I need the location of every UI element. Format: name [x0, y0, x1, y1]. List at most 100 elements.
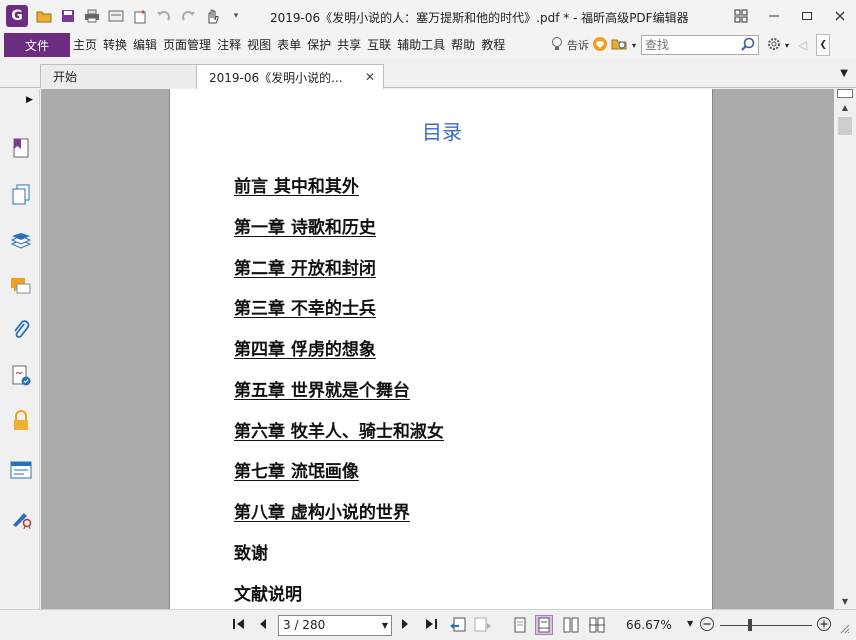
zoom-dropdown-icon[interactable]: ▼	[687, 619, 693, 628]
open-folder-icon[interactable]	[34, 6, 54, 26]
document-view[interactable]: 目录 前言 其中和其外 第一章 诗歌和历史 第二章 开放和封闭 第三章 不幸的士…	[41, 89, 834, 609]
zoom-slider-track[interactable]	[720, 625, 812, 626]
hand-tool-icon[interactable]	[202, 6, 222, 26]
search-folder-icon[interactable]	[611, 36, 629, 55]
settings-gear-icon[interactable]	[766, 36, 782, 55]
toc-entry[interactable]: 第八章 虚构小说的世界	[234, 498, 410, 523]
form-fields-icon[interactable]	[10, 459, 32, 481]
first-page-icon[interactable]	[232, 617, 246, 635]
toc-entry[interactable]: 前言 其中和其外	[234, 172, 359, 197]
tab-document[interactable]: 2019-06《发明小说的... ✕	[196, 64, 384, 89]
continuous-view-icon[interactable]	[535, 615, 553, 635]
resize-grip-icon[interactable]	[838, 622, 850, 638]
menu-right-tools: 告诉 ▾ ▾ ◁ ❮	[550, 32, 831, 58]
single-page-view-icon[interactable]	[511, 615, 529, 635]
menu-home[interactable]: 主页	[70, 33, 100, 57]
menu-share[interactable]: 共享	[334, 33, 364, 57]
toc-entry[interactable]: 第三章 不幸的士兵	[234, 294, 376, 319]
toc-entry[interactable]: 第四章 俘虏的想象	[234, 335, 376, 360]
toc-entry[interactable]: 第六章 牧羊人、骑士和淑女	[234, 417, 444, 442]
print-icon[interactable]	[82, 6, 102, 26]
restore-panel-icon[interactable]	[724, 0, 757, 32]
menu-comment[interactable]: 注释	[214, 33, 244, 57]
zoom-level[interactable]: 66.67%	[626, 618, 672, 632]
pdf-page[interactable]: 目录 前言 其中和其外 第一章 诗歌和历史 第二章 开放和封闭 第三章 不幸的士…	[169, 89, 713, 609]
page-number-value: 3 / 280	[283, 618, 326, 632]
undo-icon[interactable]	[154, 6, 174, 26]
customize-quick-access-icon[interactable]: ▾	[226, 6, 246, 26]
scroll-up-icon[interactable]: ▲	[837, 103, 853, 112]
signatures-icon[interactable]	[10, 365, 32, 387]
toc-entry[interactable]: 第七章 流氓画像	[234, 457, 359, 482]
toc-entry[interactable]: 第一章 诗歌和历史	[234, 213, 376, 238]
navigation-panel: ▶	[0, 89, 40, 609]
toc-title: 目录	[422, 120, 462, 144]
zoom-in-icon[interactable]	[816, 616, 832, 636]
ribbon-prev-icon[interactable]: ◁	[798, 38, 807, 52]
next-view-icon[interactable]	[474, 617, 492, 637]
maximize-icon[interactable]	[790, 0, 823, 32]
page-number-field[interactable]: 3 / 280 ▼	[278, 615, 392, 636]
menu-connect[interactable]: 互联	[364, 33, 394, 57]
document-tab-bar: 开始 2019-06《发明小说的... ✕ ▼	[0, 58, 856, 89]
layers-icon[interactable]	[10, 230, 32, 252]
bookmarks-icon[interactable]	[10, 137, 32, 159]
new-document-icon[interactable]	[130, 6, 150, 26]
scan-icon[interactable]	[106, 6, 126, 26]
tab-label: 2019-06《发明小说的...	[209, 70, 343, 85]
facing-view-icon[interactable]	[562, 615, 580, 635]
last-page-icon[interactable]	[424, 617, 438, 635]
settings-dropdown-icon[interactable]: ▾	[785, 41, 789, 50]
menu-protect[interactable]: 保护	[304, 33, 334, 57]
menu-convert[interactable]: 转换	[100, 33, 130, 57]
toc-entry[interactable]: 第二章 开放和封闭	[234, 254, 376, 279]
app-logo[interactable]: G	[6, 5, 28, 27]
search-icon[interactable]	[741, 37, 755, 54]
redo-icon[interactable]	[178, 6, 198, 26]
tab-list-dropdown-icon[interactable]: ▼	[840, 68, 848, 79]
search-options-dropdown-icon[interactable]: ▾	[632, 41, 636, 50]
zoom-slider-thumb[interactable]	[748, 619, 752, 631]
page-thumbnails-icon[interactable]	[10, 184, 32, 206]
vertical-scrollbar[interactable]: ▲ ▼	[834, 89, 856, 609]
toc-entry[interactable]: 致谢	[234, 539, 268, 564]
search-input[interactable]	[642, 36, 738, 54]
scroll-thumb[interactable]	[838, 117, 852, 135]
expand-panel-icon[interactable]: ▶	[26, 95, 33, 105]
zoom-out-icon[interactable]	[699, 616, 715, 636]
minimize-icon[interactable]	[757, 0, 790, 32]
scroll-down-icon[interactable]: ▼	[837, 597, 853, 606]
security-lock-icon[interactable]	[10, 410, 32, 432]
split-view-button[interactable]	[837, 89, 853, 98]
next-page-icon[interactable]	[400, 617, 410, 635]
menu-accessibility[interactable]: 辅助工具	[394, 33, 448, 57]
tab-start[interactable]: 开始	[40, 64, 198, 88]
tell-me-label[interactable]: 告诉	[567, 37, 589, 53]
tab-label: 开始	[53, 70, 78, 84]
continuous-facing-view-icon[interactable]	[588, 615, 606, 635]
previous-view-icon[interactable]	[449, 617, 467, 637]
heart-icon[interactable]	[592, 36, 608, 55]
ribbon-collapse-icon[interactable]: ❮	[816, 34, 831, 56]
quick-access-toolbar: ▾	[34, 6, 246, 26]
menu-form[interactable]: 表单	[274, 33, 304, 57]
attachments-icon[interactable]	[10, 319, 32, 341]
menu-help[interactable]: 帮助	[448, 33, 478, 57]
page-dropdown-icon[interactable]: ▼	[382, 616, 388, 635]
toc-entry[interactable]: 第五章 世界就是个舞台	[234, 376, 410, 401]
close-icon[interactable]	[823, 0, 856, 32]
close-tab-icon[interactable]: ✕	[365, 70, 375, 84]
menu-edit[interactable]: 编辑	[130, 33, 160, 57]
menu-organize[interactable]: 页面管理	[160, 33, 214, 57]
ribbon-menu-bar: 文件 主页 转换 编辑 页面管理 注释 视图 表单 保护 共享 互联 辅助工具 …	[0, 32, 856, 58]
window-controls	[724, 0, 856, 32]
comments-icon[interactable]	[10, 276, 32, 298]
menu-view[interactable]: 视图	[244, 33, 274, 57]
save-icon[interactable]	[58, 6, 78, 26]
previous-page-icon[interactable]	[258, 617, 268, 635]
certify-icon[interactable]	[10, 507, 32, 529]
file-menu-button[interactable]: 文件	[4, 33, 70, 57]
toc-entry[interactable]: 文献说明	[234, 580, 302, 605]
menu-tutorial[interactable]: 教程	[478, 33, 508, 57]
search-field[interactable]	[641, 35, 760, 55]
